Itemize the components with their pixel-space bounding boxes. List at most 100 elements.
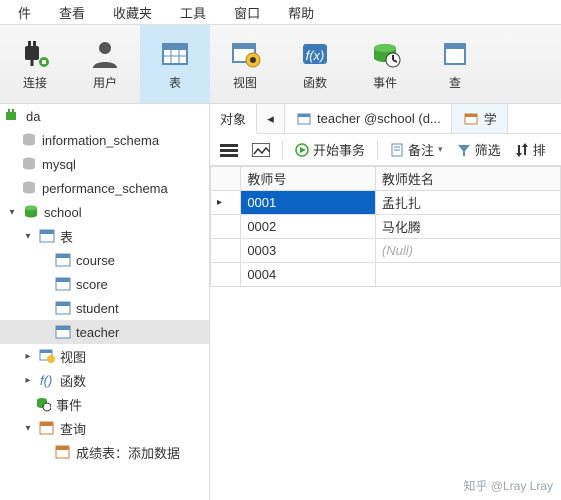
table-header-row: 教师号 教师姓名 <box>211 167 561 191</box>
view-folder-icon <box>38 347 56 365</box>
user-icon <box>89 38 121 70</box>
tree-connection[interactable]: da <box>0 104 209 128</box>
cell-name[interactable]: 孟扎扎 <box>375 191 560 215</box>
ribbon-query[interactable]: 查 <box>420 25 490 103</box>
tree-folder-label: 表 <box>60 227 73 246</box>
main-area: da information_schema mysql performance_… <box>0 104 561 500</box>
table-row[interactable]: ▸ 0001 孟扎扎 <box>211 191 561 215</box>
tree-table-student[interactable]: student <box>0 296 209 320</box>
menu-file[interactable]: 件 <box>4 3 45 22</box>
ribbon-connection-label: 连接 <box>23 74 47 91</box>
tree-folder-queries[interactable]: ▾ 查询 <box>0 416 209 440</box>
col-header-name[interactable]: 教师姓名 <box>375 167 560 191</box>
col-header-id[interactable]: 教师号 <box>241 167 376 191</box>
cell-id[interactable]: 0002 <box>241 215 376 239</box>
tree-table-label: course <box>76 253 115 268</box>
cell-id[interactable]: 0003 <box>241 239 376 263</box>
ribbon-connection[interactable]: 连接 <box>0 25 70 103</box>
table-row[interactable]: 0003 (Null) <box>211 239 561 263</box>
tree-query-item[interactable]: 成绩表：添加数据 <box>0 440 209 464</box>
tab-teacher[interactable]: teacher @school (d... <box>285 104 452 133</box>
menu-view[interactable]: 查看 <box>45 3 99 22</box>
tab-student-label: 学 <box>484 109 497 128</box>
cell-id[interactable]: 0001 <box>241 191 376 215</box>
tree-db-mysql[interactable]: mysql <box>0 152 209 176</box>
database-icon <box>20 131 38 149</box>
chevron-down-icon[interactable]: ▾ <box>22 231 34 242</box>
memo-icon <box>390 143 404 157</box>
tree-db-label: information_schema <box>42 133 159 148</box>
tree-folder-views[interactable]: ▸ 视图 <box>0 344 209 368</box>
tree-table-score[interactable]: score <box>0 272 209 296</box>
ribbon-toolbar: 连接 用户 表 视图 f(x) 函数 事件 查 <box>0 24 561 104</box>
ribbon-query-label: 查 <box>449 74 461 91</box>
tree-db-infoschema[interactable]: information_schema <box>0 128 209 152</box>
tree-db-label: mysql <box>42 157 76 172</box>
cell-name[interactable]: 马化腾 <box>375 215 560 239</box>
row-marker <box>211 263 241 287</box>
table-icon <box>54 323 72 341</box>
btn-filter[interactable]: 筛选 <box>451 137 507 162</box>
btn-memo-label: 备注 <box>408 140 434 159</box>
ribbon-view[interactable]: 视图 <box>210 25 280 103</box>
row-marker <box>211 215 241 239</box>
table-icon <box>159 38 191 70</box>
tree-query-label: 成绩表：添加数据 <box>76 443 180 462</box>
separator <box>282 140 283 160</box>
filter-icon <box>457 143 471 157</box>
table-row[interactable]: 0004 <box>211 263 561 287</box>
tree-folder-functions[interactable]: ▸ f() 函数 <box>0 368 209 392</box>
tree-folder-events[interactable]: 事件 <box>0 392 209 416</box>
content-tabs: 对象 ◂ teacher @school (d... 学 <box>210 104 561 134</box>
chevron-down-icon[interactable]: ▾ <box>22 423 34 434</box>
cell-id[interactable]: 0004 <box>241 263 376 287</box>
tree-folder-tables[interactable]: ▾ 表 <box>0 224 209 248</box>
tab-objects-label: 对象 <box>220 109 246 128</box>
data-toolbar: 开始事务 备注 ▾ 筛选 排 <box>210 134 561 166</box>
ribbon-event-label: 事件 <box>373 74 397 91</box>
chevron-right-icon[interactable]: ▸ <box>22 351 34 362</box>
tree-connection-label: da <box>26 109 40 124</box>
menu-help[interactable]: 帮助 <box>274 3 328 22</box>
function-icon: f(x) <box>299 38 331 70</box>
table-icon <box>462 110 480 128</box>
menu-window[interactable]: 窗口 <box>220 3 274 22</box>
ribbon-event[interactable]: 事件 <box>350 25 420 103</box>
query-icon <box>439 38 471 70</box>
database-icon <box>20 179 38 197</box>
menu-tools[interactable]: 工具 <box>166 3 220 22</box>
btn-begin-transaction[interactable]: 开始事务 <box>289 137 371 162</box>
view-icon <box>229 38 261 70</box>
tree-db-perfschema[interactable]: performance_schema <box>0 176 209 200</box>
menu-favorites[interactable]: 收藏夹 <box>99 3 166 22</box>
tab-objects[interactable]: 对象 <box>210 104 257 134</box>
tree-table-label: student <box>76 301 119 316</box>
table-icon <box>295 110 313 128</box>
ribbon-function[interactable]: f(x) 函数 <box>280 25 350 103</box>
btn-gridview[interactable] <box>246 140 276 160</box>
row-marker <box>211 239 241 263</box>
cell-name[interactable]: (Null) <box>375 239 560 263</box>
chevron-down-icon[interactable]: ▾ <box>6 207 18 218</box>
cell-name[interactable] <box>375 263 560 287</box>
tree-folder-label: 事件 <box>56 395 82 414</box>
event-folder-icon <box>34 395 52 413</box>
tree-db-school[interactable]: ▾ school <box>0 200 209 224</box>
btn-textview[interactable] <box>214 140 244 160</box>
table-folder-icon <box>38 227 56 245</box>
ribbon-table[interactable]: 表 <box>140 25 210 103</box>
btn-memo[interactable]: 备注 ▾ <box>384 137 449 162</box>
tree-table-teacher[interactable]: teacher <box>0 320 209 344</box>
data-grid[interactable]: 教师号 教师姓名 ▸ 0001 孟扎扎 0002 马化腾 0003 (Null)… <box>210 166 561 287</box>
ribbon-view-label: 视图 <box>233 74 257 91</box>
watermark: 知乎 @Lray Lray <box>463 477 553 494</box>
table-row[interactable]: 0002 马化腾 <box>211 215 561 239</box>
tab-nav-prev[interactable]: ◂ <box>257 104 285 133</box>
tree-table-course[interactable]: course <box>0 248 209 272</box>
table-icon <box>54 275 72 293</box>
ribbon-user[interactable]: 用户 <box>70 25 140 103</box>
tab-student[interactable]: 学 <box>452 104 508 133</box>
image-icon <box>252 143 270 157</box>
chevron-right-icon[interactable]: ▸ <box>22 375 34 386</box>
btn-sort[interactable]: 排 <box>509 137 552 162</box>
